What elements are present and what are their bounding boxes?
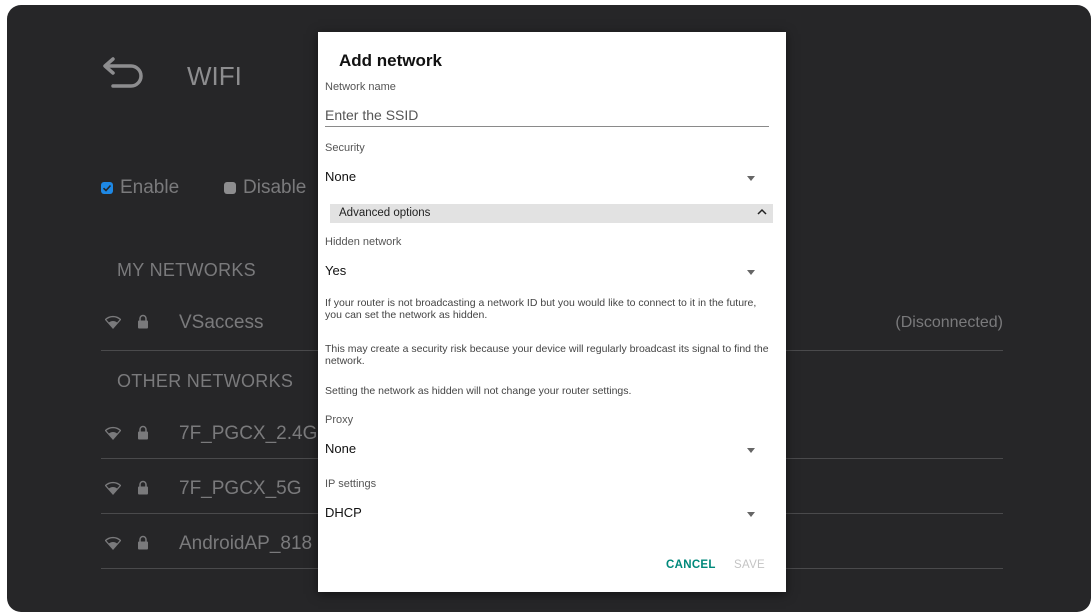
dropdown-arrow-icon xyxy=(747,270,755,275)
enable-option[interactable]: Enable xyxy=(101,177,179,199)
hidden-help-text: Setting the network as hidden will not c… xyxy=(325,385,632,397)
enable-checkbox[interactable] xyxy=(101,182,113,194)
hidden-help-text: This may create a security risk because … xyxy=(325,343,769,367)
hidden-network-label: Hidden network xyxy=(325,236,402,248)
dropdown-arrow-icon xyxy=(747,448,755,453)
cancel-button[interactable]: CANCEL xyxy=(666,559,716,571)
security-value: None xyxy=(325,169,357,184)
hidden-network-select[interactable]: Yes xyxy=(325,260,769,282)
save-button[interactable]: SAVE xyxy=(734,559,765,571)
advanced-options-toggle[interactable]: Advanced options xyxy=(330,204,773,223)
lock-icon xyxy=(138,535,148,550)
ip-settings-value: DHCP xyxy=(325,505,362,520)
page-title: WIFI xyxy=(187,61,242,91)
security-select[interactable]: None xyxy=(325,166,769,188)
hidden-help-text: If your router is not broadcasting a net… xyxy=(325,297,757,321)
proxy-label: Proxy xyxy=(325,414,354,426)
chevron-up-icon xyxy=(757,208,767,215)
proxy-value: None xyxy=(325,441,357,456)
network-name-label: Network name xyxy=(325,81,396,93)
other-networks-header: OTHER NETWORKS xyxy=(117,371,294,391)
proxy-select[interactable]: None xyxy=(325,438,769,460)
wifi-icon xyxy=(105,315,121,329)
lock-icon xyxy=(138,425,148,440)
wifi-icon xyxy=(105,481,121,495)
my-networks-header: MY NETWORKS xyxy=(117,260,256,280)
ip-settings-select[interactable]: DHCP xyxy=(325,502,769,524)
dropdown-arrow-icon xyxy=(747,512,755,517)
dialog-title: Add network xyxy=(339,51,442,70)
disable-option[interactable]: Disable xyxy=(224,177,306,199)
ip-settings-label: IP settings xyxy=(325,478,377,490)
wifi-icon xyxy=(105,426,121,440)
network-ssid: AndroidAP_818 xyxy=(179,533,313,554)
disable-label: Disable xyxy=(243,177,307,198)
disable-checkbox[interactable] xyxy=(224,182,236,194)
lock-icon xyxy=(138,314,148,329)
add-network-dialog: Add network Network name Security None A… xyxy=(318,32,786,592)
ssid-input[interactable] xyxy=(325,104,769,127)
network-ssid: 7F_PGCX_5G xyxy=(179,478,302,499)
dropdown-arrow-icon xyxy=(747,176,755,181)
network-ssid: VSaccess xyxy=(179,312,264,333)
network-status: (Disconnected) xyxy=(895,314,1003,331)
lock-icon xyxy=(138,480,148,495)
advanced-options-label: Advanced options xyxy=(339,207,431,219)
network-ssid: 7F_PGCX_2.4G xyxy=(179,423,318,444)
wifi-icon xyxy=(105,536,121,550)
security-label: Security xyxy=(325,142,365,154)
enable-label: Enable xyxy=(120,177,180,198)
checkmark-icon xyxy=(102,184,112,192)
back-arrow-icon[interactable] xyxy=(103,55,147,89)
hidden-network-value: Yes xyxy=(325,263,347,278)
